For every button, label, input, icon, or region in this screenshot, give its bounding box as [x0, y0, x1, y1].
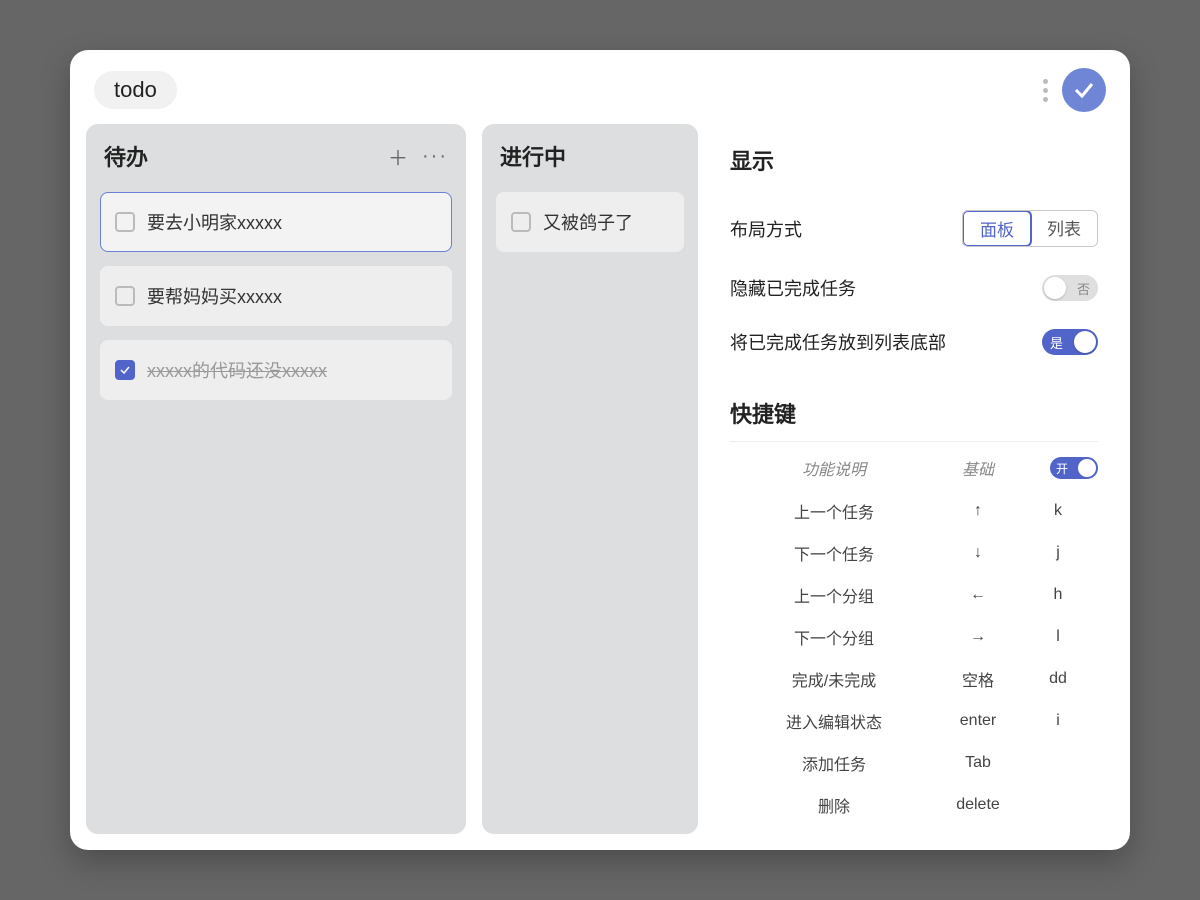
checkbox-icon[interactable]: [511, 212, 531, 232]
app-card: todo 待办 ＋ ··· 要去小明: [70, 50, 1130, 850]
column-menu-icon[interactable]: ···: [422, 145, 448, 168]
task-text: 又被鸽子了: [543, 209, 633, 235]
column-title: 进行中: [500, 140, 566, 172]
toggle-label: 开: [1056, 460, 1068, 477]
task-text: xxxxx的代码还没xxxxx: [147, 357, 327, 383]
hide-done-row: 隐藏已完成任务 否: [730, 261, 1098, 315]
shortcut-row: 完成/未完成 空格 dd: [730, 658, 1098, 700]
display-section-title: 显示: [730, 144, 1098, 176]
add-task-icon[interactable]: ＋: [388, 142, 408, 171]
column-header: 进行中: [496, 140, 684, 172]
shortcuts-header-toggle: 开: [1050, 457, 1098, 479]
shortcut-fn: 进入编辑状态: [786, 709, 882, 733]
divider: [730, 441, 1098, 442]
topbar: todo: [70, 50, 1130, 124]
shortcut-row: 上一个任务 ↑ k: [730, 490, 1098, 532]
shortcut-fn: 上一个分组: [794, 583, 874, 607]
shortcut-base: delete: [956, 796, 1000, 814]
shortcut-row: 进入编辑状态 enter i: [730, 700, 1098, 742]
shortcuts-header-fn: 功能说明: [802, 456, 866, 480]
shortcut-fn: 上一个任务: [794, 499, 874, 523]
shortcut-row: 上一个分组 ← h: [730, 574, 1098, 616]
task-item[interactable]: 要去小明家xxxxx: [100, 192, 452, 252]
shortcut-fn: 删除: [818, 793, 850, 817]
layout-label: 布局方式: [730, 216, 802, 242]
shortcut-base: enter: [960, 712, 996, 730]
shortcuts-section-title: 快捷键: [730, 397, 1098, 429]
shortcut-row: 下一个任务 ↓ j: [730, 532, 1098, 574]
toggle-label: 是: [1050, 333, 1063, 352]
shortcut-alt: dd: [1049, 670, 1067, 688]
shortcut-row: 删除 delete: [730, 784, 1098, 826]
shortcut-row: 添加任务 Tab: [730, 742, 1098, 784]
shortcut-base: ←: [970, 586, 986, 604]
shortcut-base: ↓: [974, 544, 982, 562]
shortcut-alt: l: [1056, 628, 1060, 646]
task-text: 要帮妈妈买xxxxx: [147, 283, 282, 309]
shortcut-fn: 下一个任务: [794, 541, 874, 565]
toggle-label: 否: [1077, 279, 1090, 298]
shortcut-base: Tab: [965, 754, 991, 772]
page-title[interactable]: todo: [94, 71, 177, 109]
confirm-button[interactable]: [1062, 68, 1106, 112]
shortcut-alt: k: [1054, 502, 1062, 520]
toggle-knob: [1078, 459, 1096, 477]
shortcuts-header: 功能说明 基础 开: [730, 450, 1098, 490]
shortcut-fn: 下一个分组: [794, 625, 874, 649]
shortcut-row: 下一个分组 → l: [730, 616, 1098, 658]
column-todo: 待办 ＋ ··· 要去小明家xxxxx 要帮妈妈买xxxxx: [86, 124, 466, 834]
more-vertical-icon[interactable]: [1039, 75, 1052, 106]
task-item[interactable]: 要帮妈妈买xxxxx: [100, 266, 452, 326]
column-in-progress: 进行中 又被鸽子了: [482, 124, 698, 834]
shortcut-base: 空格: [962, 667, 994, 691]
move-done-bottom-toggle[interactable]: 是: [1042, 329, 1098, 355]
layout-segmented-control[interactable]: 面板 列表: [962, 210, 1098, 247]
hide-done-label: 隐藏已完成任务: [730, 275, 856, 301]
shortcuts-enable-toggle[interactable]: 开: [1050, 457, 1098, 479]
layout-option-list[interactable]: 列表: [1031, 211, 1097, 246]
task-item[interactable]: xxxxx的代码还没xxxxx: [100, 340, 452, 400]
shortcut-alt: j: [1056, 544, 1060, 562]
move-done-bottom-row: 将已完成任务放到列表底部 是: [730, 315, 1098, 369]
top-actions: [1039, 68, 1106, 112]
move-done-bottom-label: 将已完成任务放到列表底部: [730, 329, 946, 355]
board: 待办 ＋ ··· 要去小明家xxxxx 要帮妈妈买xxxxx: [86, 124, 698, 834]
shortcut-row: 列表顶部gg: [730, 826, 1098, 834]
hide-done-toggle[interactable]: 否: [1042, 275, 1098, 301]
checkbox-icon[interactable]: [115, 212, 135, 232]
shortcut-fn: 完成/未完成: [792, 667, 876, 691]
shortcut-alt: i: [1056, 712, 1060, 730]
column-title: 待办: [104, 140, 148, 172]
shortcut-base: ↑: [974, 502, 982, 520]
column-actions: ＋ ···: [388, 142, 448, 171]
checkbox-icon[interactable]: [115, 286, 135, 306]
shortcut-base: →: [970, 628, 986, 646]
content: 待办 ＋ ··· 要去小明家xxxxx 要帮妈妈买xxxxx: [70, 124, 1130, 850]
shortcut-alt: h: [1054, 586, 1063, 604]
column-header: 待办 ＋ ···: [100, 140, 452, 172]
shortcuts-header-base: 基础: [962, 456, 994, 480]
checkbox-checked-icon[interactable]: [115, 360, 135, 380]
toggle-knob: [1044, 277, 1066, 299]
shortcut-fn: 添加任务: [802, 751, 866, 775]
settings-panel: 显示 布局方式 面板 列表 隐藏已完成任务 否 将已完成任务放到列表底部 是: [714, 124, 1114, 834]
task-text: 要去小明家xxxxx: [147, 209, 282, 235]
layout-row: 布局方式 面板 列表: [730, 196, 1098, 261]
layout-option-panel[interactable]: 面板: [962, 210, 1032, 247]
task-item[interactable]: 又被鸽子了: [496, 192, 684, 252]
shortcuts-list: 上一个任务 ↑ k 下一个任务 ↓ j 上一个分组 ← h 下一个分组 → l 完成/未完成 空格 dd 进入…: [730, 490, 1098, 834]
check-icon: [1072, 78, 1096, 102]
toggle-knob: [1074, 331, 1096, 353]
